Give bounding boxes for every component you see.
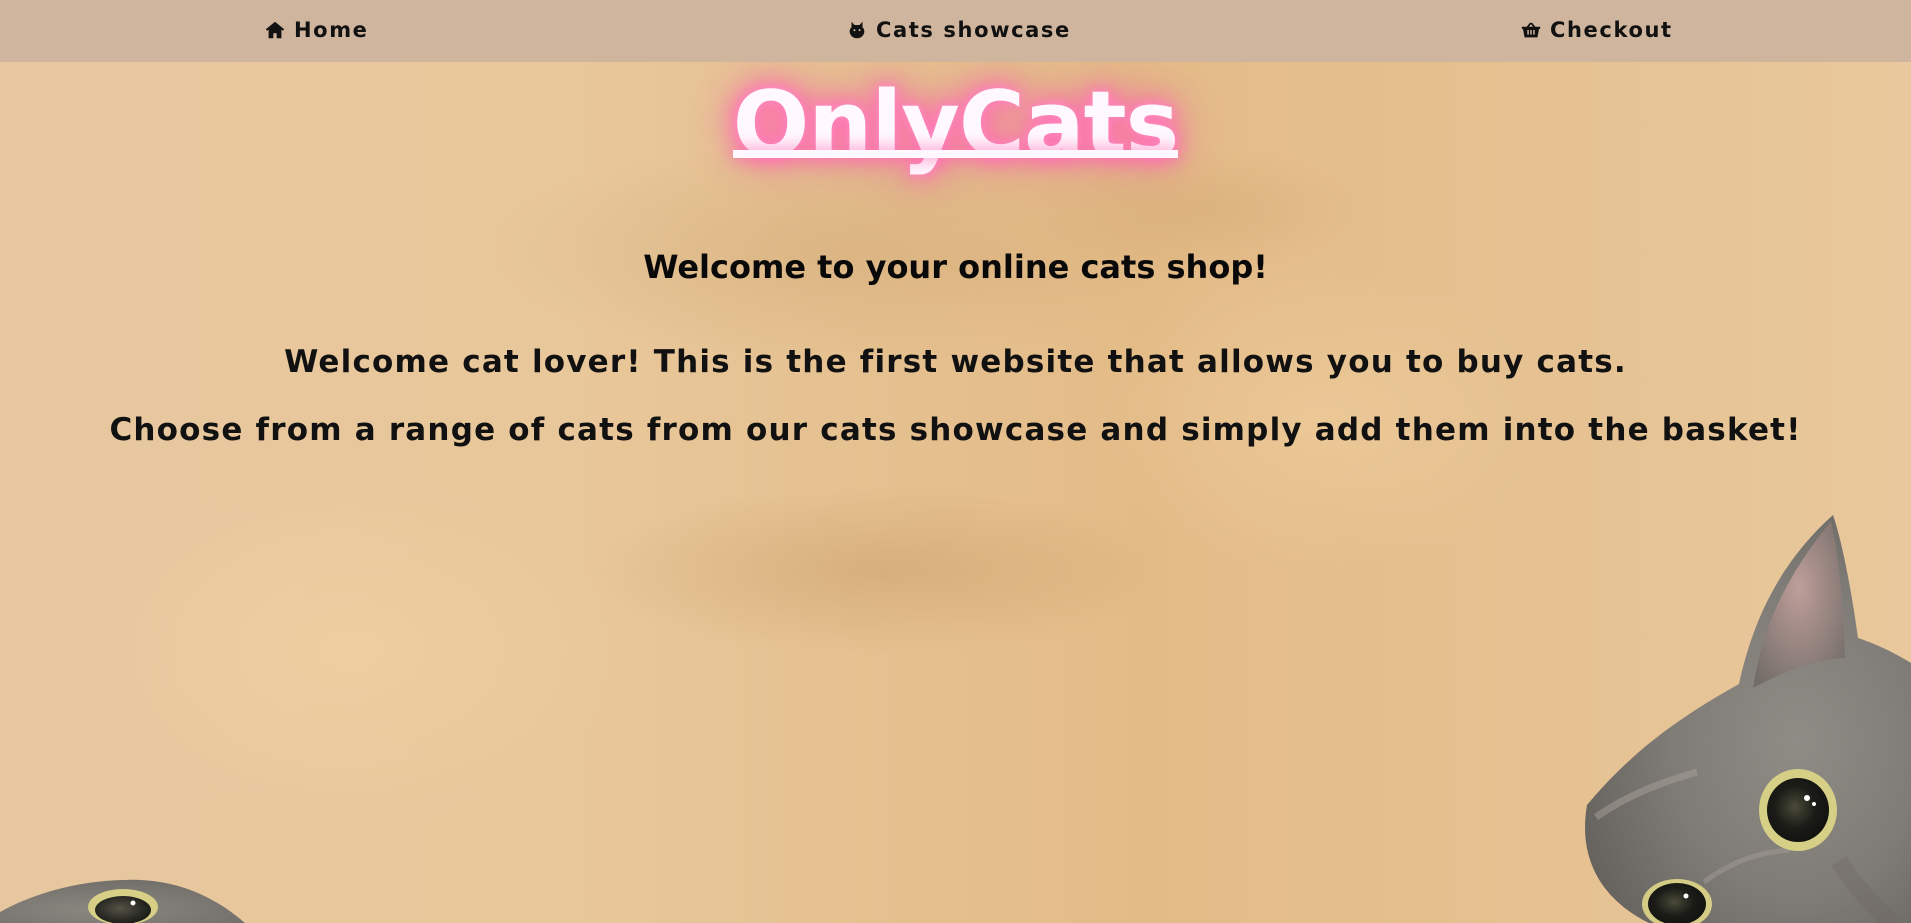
hero-title-wrap: OnlyCats (0, 80, 1911, 170)
nav-checkout-label: Checkout (1550, 18, 1673, 42)
cat-icon (846, 19, 868, 41)
cat-photo-left (0, 879, 245, 923)
nav-home-label: Home (294, 18, 369, 42)
cat-photo-right (1585, 515, 1911, 923)
intro-line-2: Choose from a range of cats from our cat… (109, 412, 1802, 448)
nav-cats-showcase-label: Cats showcase (876, 18, 1071, 42)
basket-icon (1520, 19, 1542, 41)
intro-line-1: Welcome cat lover! This is the first web… (284, 344, 1627, 380)
top-navigation: Home Cats showcase Checkout (0, 0, 1911, 62)
nav-checkout-link[interactable]: Checkout (1520, 18, 1673, 42)
nav-cats-showcase-link[interactable]: Cats showcase (846, 18, 1071, 42)
brand-logo-text: OnlyCats (732, 72, 1179, 177)
hero-tagline: Welcome to your online cats shop! (643, 248, 1268, 286)
nav-home-link[interactable]: Home (264, 18, 369, 42)
home-icon (264, 19, 286, 41)
